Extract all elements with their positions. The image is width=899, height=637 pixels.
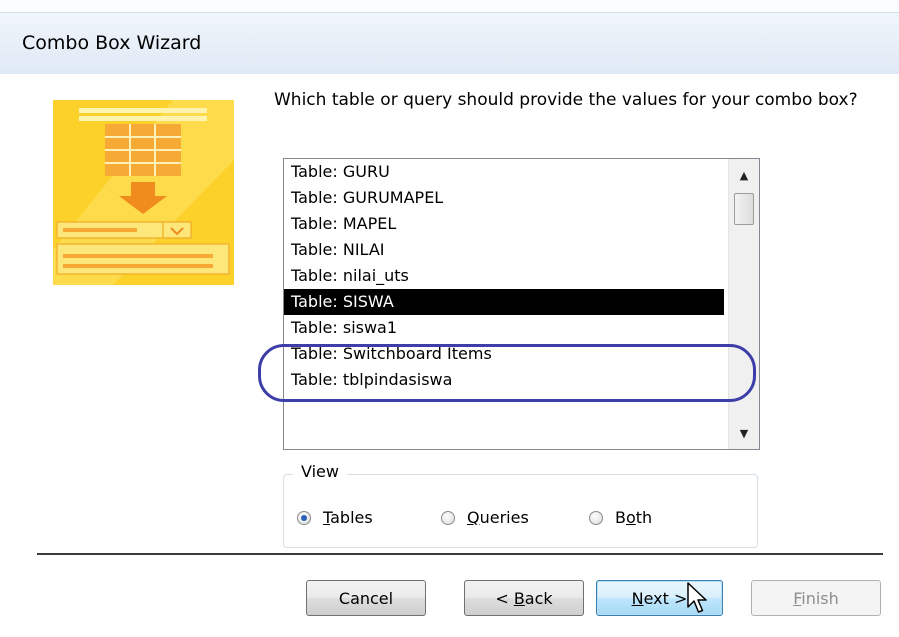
- list-item[interactable]: Table: siswa1: [284, 315, 724, 341]
- wizard-combo-box-illustration: [53, 100, 234, 285]
- list-item[interactable]: Table: Switchboard Items: [284, 341, 724, 367]
- list-item[interactable]: Table: NILAI: [284, 237, 724, 263]
- finish-button[interactable]: Finish: [751, 580, 881, 616]
- list-item[interactable]: Table: GURUMAPEL: [284, 185, 724, 211]
- window-title: Combo Box Wizard: [22, 32, 202, 54]
- radio-unchecked-icon[interactable]: [589, 510, 603, 525]
- next-button-label: Next >: [631, 588, 688, 608]
- mouse-pointer-icon: [687, 582, 707, 613]
- scroll-thumb[interactable]: [734, 193, 754, 225]
- list-item[interactable]: Table: nilai_uts: [284, 263, 724, 289]
- cancel-button[interactable]: Cancel: [306, 580, 426, 616]
- back-button[interactable]: < Back: [464, 580, 584, 616]
- view-radio-tables[interactable]: Tables: [297, 508, 373, 527]
- radio-unchecked-icon[interactable]: [441, 510, 455, 525]
- title-bar: Combo Box Wizard: [0, 0, 899, 75]
- scroll-down-arrow-icon[interactable]: ▼: [729, 421, 759, 445]
- view-radio-queries[interactable]: Queries: [441, 508, 529, 527]
- radio-label-queries: Queries: [467, 508, 529, 527]
- table-query-listbox[interactable]: Table: GURU Table: GURUMAPEL Table: MAPE…: [283, 158, 760, 450]
- back-button-label: < Back: [495, 588, 553, 608]
- scroll-up-arrow-icon[interactable]: ▲: [729, 163, 759, 187]
- wizard-dialog: Which table or query should provide the …: [0, 74, 899, 637]
- radio-label-both: Both: [615, 508, 653, 527]
- list-item-selected[interactable]: Table: SISWA: [284, 289, 724, 315]
- listbox-items: Table: GURU Table: GURUMAPEL Table: MAPE…: [284, 159, 724, 393]
- view-radio-both[interactable]: Both: [589, 508, 652, 527]
- radio-label-tables: Tables: [323, 508, 373, 527]
- finish-button-label: Finish: [793, 588, 839, 608]
- list-item[interactable]: Table: GURU: [284, 159, 724, 185]
- footer-separator: [37, 553, 883, 555]
- radio-checked-icon[interactable]: [297, 510, 311, 525]
- view-groupbox-legend: View: [293, 462, 347, 481]
- wizard-prompt: Which table or query should provide the …: [274, 90, 858, 110]
- list-item[interactable]: Table: tblpindasiswa: [284, 367, 724, 393]
- listbox-vertical-scrollbar[interactable]: ▲ ▼: [728, 159, 759, 449]
- title-bar-top-edge: [0, 0, 899, 13]
- cancel-button-label: Cancel: [338, 588, 394, 608]
- list-item[interactable]: Table: MAPEL: [284, 211, 724, 237]
